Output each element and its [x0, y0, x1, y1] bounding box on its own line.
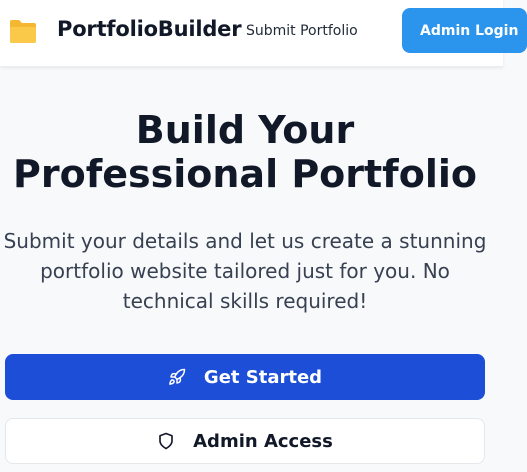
get-started-button[interactable]: Get Started [5, 354, 485, 400]
shield-icon [157, 432, 175, 450]
rocket-icon [168, 368, 186, 386]
hero-subtitle: Submit your details and let us create a … [3, 229, 487, 313]
admin-access-button[interactable]: Admin Access [5, 418, 485, 464]
nav-link-submit-portfolio[interactable]: Submit Portfolio [246, 23, 358, 39]
folder-icon [9, 18, 37, 44]
admin-login-button[interactable]: Admin Login [402, 8, 527, 53]
admin-access-label: Admin Access [193, 430, 333, 452]
navbar: PortfolioBuilder Submit Portfolio Admin … [0, 0, 527, 67]
brand-name[interactable]: PortfolioBuilder [57, 17, 242, 41]
get-started-label: Get Started [203, 366, 323, 388]
hero-title: Build Your Professional Portfolio [13, 108, 477, 196]
